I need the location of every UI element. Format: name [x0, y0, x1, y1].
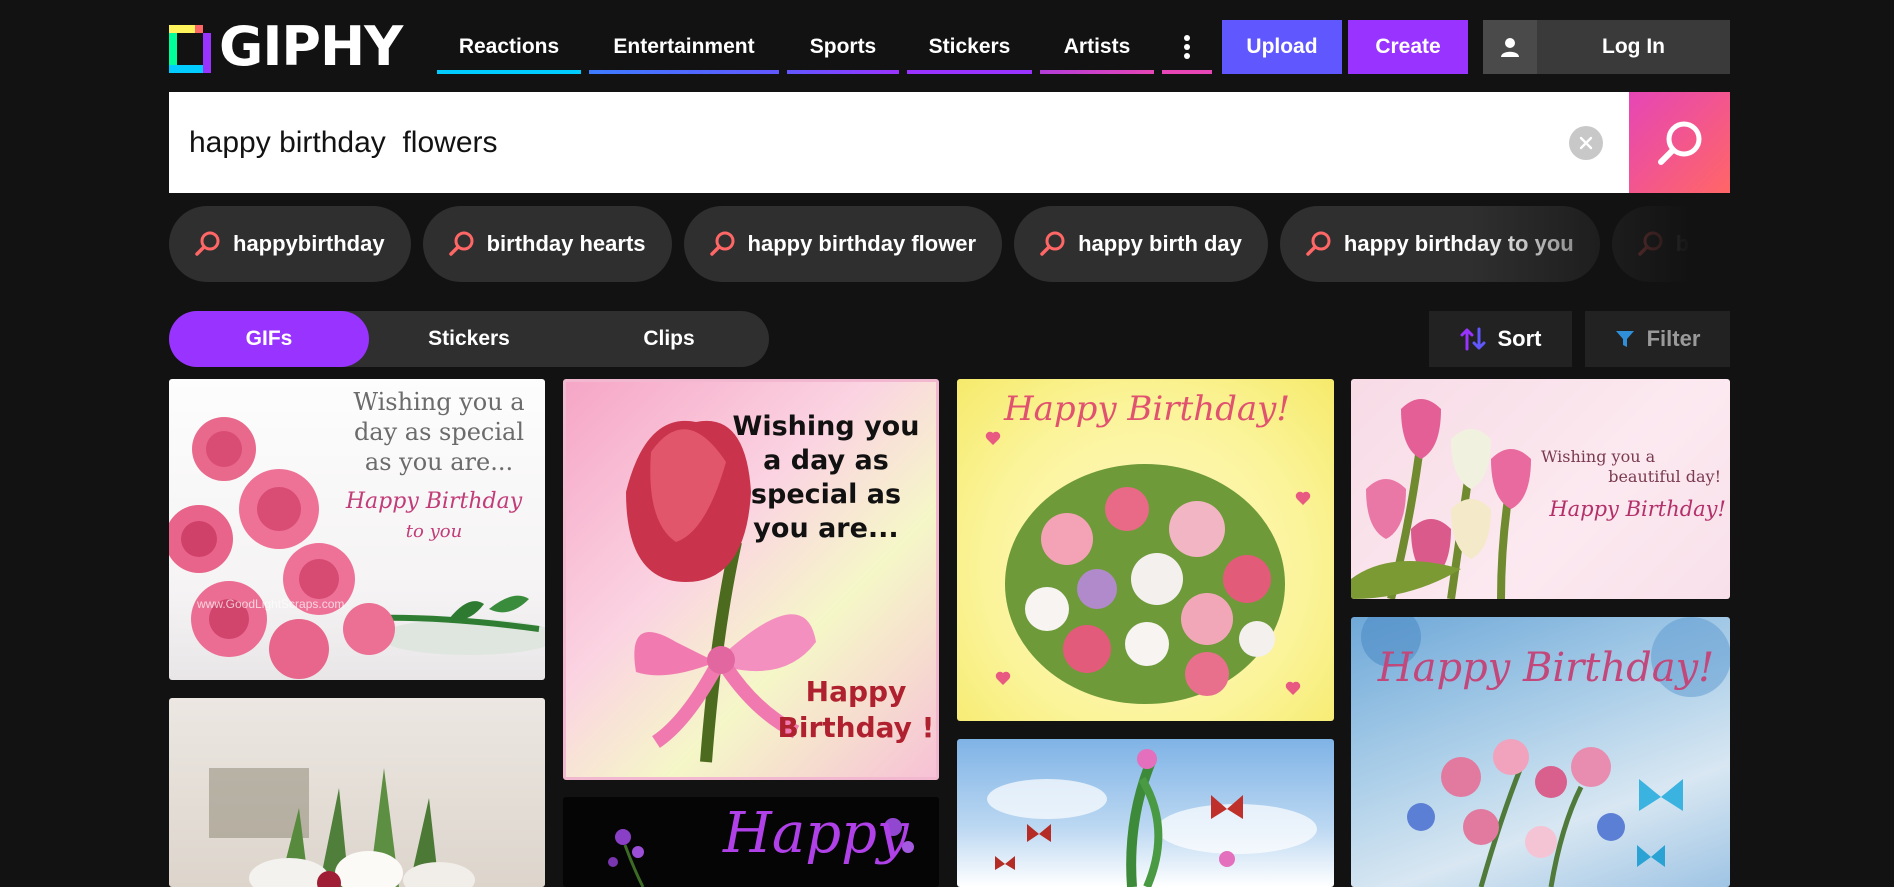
- suggestion-label: birthday hearts: [486, 231, 646, 256]
- giphy-search-page: GIPHY Reactions Entertainment Sports Sti…: [0, 0, 1894, 887]
- main-nav: Reactions Entertainment Sports Stickers …: [437, 20, 1220, 74]
- flower-bouquet-image: [985, 431, 1311, 704]
- gif-script-caption: Happy: [723, 801, 909, 866]
- nav-item-artists[interactable]: Artists: [1040, 20, 1154, 74]
- caption-line: day as special: [353, 418, 525, 446]
- gif-script-caption: Happy Birthday !: [776, 674, 936, 746]
- suggestion-pill[interactable]: happy birth day: [1014, 206, 1268, 282]
- gif-script-caption: Happy Birthday!: [1549, 497, 1726, 521]
- tulips-image: [1351, 399, 1531, 599]
- search-icon: [708, 230, 736, 258]
- nav-underline: [589, 70, 779, 74]
- caption-line: Wishing you a: [1541, 447, 1656, 466]
- suggestion-pill[interactable]: happybirthday: [169, 206, 411, 282]
- search-icon: [1304, 230, 1332, 258]
- content-type-tabs: GIFs Stickers Clips: [169, 311, 769, 367]
- nav-underline: [1162, 70, 1212, 74]
- search-button[interactable]: [1629, 92, 1730, 193]
- gif-tile[interactable]: Happy: [563, 797, 939, 887]
- filter-funnel-icon: [1615, 331, 1634, 347]
- suggestions-fade: [1470, 206, 1730, 282]
- clear-icon: [1579, 136, 1593, 149]
- caption-line: Wishing you: [732, 411, 920, 442]
- suggestion-pill[interactable]: happy birthday flower: [683, 206, 1003, 282]
- giphy-wordmark: GIPHY: [219, 15, 403, 78]
- sort-button[interactable]: Sort: [1429, 311, 1572, 367]
- nav-item-stickers[interactable]: Stickers: [907, 20, 1032, 74]
- caption-line: beautiful day!: [1608, 467, 1721, 486]
- search-bar: [169, 92, 1730, 193]
- caption-line: as you are...: [364, 448, 514, 476]
- gif-script-caption: Happy Birthday!: [1003, 389, 1291, 429]
- search-icon: [1657, 121, 1701, 165]
- gif-tile[interactable]: Wishing you a beautiful day! Happy Birth…: [1351, 379, 1730, 599]
- nav-underline: [1040, 70, 1154, 74]
- caption-line: you are...: [753, 513, 899, 544]
- suggestion-label: happybirthday: [233, 231, 385, 256]
- search-icon: [1038, 230, 1066, 258]
- gif-caption: Wishing you a beautiful day!: [1521, 447, 1721, 487]
- caption-line: a day as: [763, 445, 889, 476]
- create-button[interactable]: Create: [1348, 20, 1468, 74]
- nav-item-label: Entertainment: [613, 35, 755, 58]
- sort-label: Sort: [1497, 326, 1542, 351]
- vertical-dots-icon: [1184, 35, 1190, 59]
- tab-stickers[interactable]: Stickers: [369, 311, 569, 367]
- caption-line: Birthday !: [777, 711, 935, 744]
- giphy-logo[interactable]: GIPHY: [169, 20, 421, 74]
- nav-item-label: Sports: [809, 35, 877, 58]
- caption-line: special as: [750, 479, 902, 510]
- nav-item-label: Reactions: [458, 35, 560, 58]
- search-icon: [193, 230, 221, 258]
- gif-script-caption: Happy Birthday to you: [329, 487, 539, 547]
- login-button[interactable]: Log In: [1483, 20, 1730, 74]
- suggestion-label: happy birthday flower: [747, 231, 977, 256]
- caption-line: Happy Birthday: [345, 489, 523, 514]
- gif-tile[interactable]: Happy Birthday!: [957, 379, 1334, 721]
- butterflies-image: [987, 749, 1317, 887]
- gif-tile[interactable]: Happy Birthday!: [1351, 617, 1730, 887]
- gif-watermark: www.GoodLightScraps.com: [197, 597, 345, 611]
- caption-line: Wishing you a: [353, 388, 525, 416]
- suggestion-pill[interactable]: birthday hearts: [422, 206, 672, 282]
- gif-caption: Wishing you a day as special as you are.…: [339, 387, 539, 477]
- login-label: Log In: [1602, 35, 1665, 58]
- nav-item-label: Artists: [1063, 35, 1131, 58]
- nav-item-label: Stickers: [928, 35, 1011, 58]
- nav-more-button[interactable]: [1162, 20, 1212, 74]
- gif-tile[interactable]: Wishing you a day as special as you are.…: [563, 379, 939, 780]
- nav-underline: [907, 70, 1032, 74]
- nav-item-reactions[interactable]: Reactions: [437, 20, 581, 74]
- gif-script-caption: Happy Birthday!: [1377, 645, 1715, 691]
- filter-label: Filter: [1646, 326, 1701, 351]
- giphy-logo-mark-icon: [169, 21, 211, 73]
- caption-line: to you: [405, 521, 463, 542]
- tab-gifs[interactable]: GIFs: [169, 311, 369, 367]
- suggestion-label: happy birth day: [1078, 231, 1242, 256]
- search-input[interactable]: [169, 92, 1569, 193]
- clear-search-button[interactable]: [1569, 125, 1603, 160]
- tab-clips[interactable]: Clips: [569, 311, 769, 367]
- gif-tile[interactable]: Wishing you a day as special as you are.…: [169, 379, 545, 680]
- upload-button[interactable]: Upload: [1222, 20, 1342, 74]
- lily-bouquet-image: [209, 768, 475, 887]
- search-icon: [447, 230, 475, 258]
- user-icon: [1483, 20, 1537, 74]
- nav-underline: [437, 70, 581, 74]
- nav-item-entertainment[interactable]: Entertainment: [589, 20, 779, 74]
- sort-arrows-icon: [1460, 327, 1485, 351]
- top-header: GIPHY Reactions Entertainment Sports Sti…: [169, 20, 1730, 74]
- gif-tile[interactable]: [169, 698, 545, 887]
- gif-tile[interactable]: [957, 739, 1334, 887]
- filter-button[interactable]: Filter: [1585, 311, 1730, 367]
- nav-item-sports[interactable]: Sports: [787, 20, 899, 74]
- caption-line: Happy: [805, 675, 907, 708]
- search-suggestions: happybirthday birthday hearts happy birt…: [169, 206, 1730, 282]
- gif-caption: Wishing you a day as special as you are.…: [726, 410, 926, 546]
- nav-underline: [787, 70, 899, 74]
